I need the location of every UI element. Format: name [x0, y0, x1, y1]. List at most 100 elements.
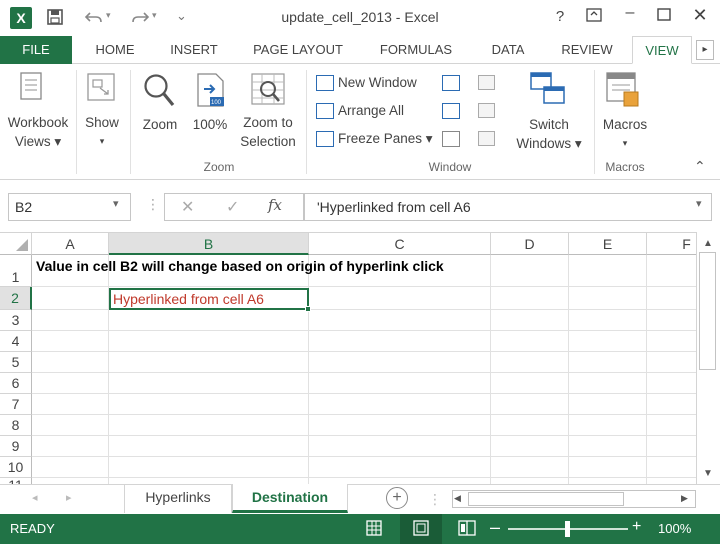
workbook-views-label-2: Views ▾ [14, 134, 62, 149]
row-header-1[interactable]: 1 [0, 255, 32, 287]
arrange-all-icon [316, 103, 334, 119]
formula-input[interactable]: 'Hyperlinked from cell A6 [304, 193, 712, 221]
add-sheet-button[interactable]: + [386, 487, 408, 509]
switch-windows-icon[interactable] [530, 72, 566, 111]
gridline [32, 393, 696, 394]
row-header-2[interactable]: 2 [0, 287, 32, 310]
select-all-corner[interactable] [0, 233, 32, 255]
freeze-panes-icon [316, 131, 334, 147]
tab-data[interactable]: DATA [476, 36, 540, 64]
gridline [32, 477, 696, 478]
maximize-icon[interactable] [652, 8, 676, 26]
zoom-out-icon[interactable]: – [490, 517, 500, 538]
cancel-entry-icon[interactable]: ✕ [181, 197, 194, 217]
row-header-5[interactable]: 5 [0, 352, 32, 373]
sheet-tab-hyperlinks[interactable]: Hyperlinks [124, 484, 232, 513]
tab-insert[interactable]: INSERT [158, 36, 230, 64]
zoom-to-selection-button[interactable]: Zoom to Selection [234, 113, 302, 151]
column-header-a[interactable]: A [32, 233, 109, 255]
workbook-views-button[interactable]: Workbook Views ▾ [2, 113, 74, 151]
split-icon[interactable] [442, 75, 460, 91]
tab-file[interactable]: FILE [0, 36, 72, 64]
reset-window-position-icon[interactable] [478, 131, 495, 146]
unhide-icon[interactable] [442, 131, 460, 147]
worksheet-grid[interactable]: A B C D E F 1 2 3 4 5 6 7 8 9 10 11 Valu… [0, 232, 696, 484]
row-header-9[interactable]: 9 [0, 436, 32, 457]
sheet-tab-splitter-icon[interactable]: ⋮ [428, 491, 442, 508]
row-header-6[interactable]: 6 [0, 373, 32, 394]
column-header-e[interactable]: E [569, 233, 647, 255]
cell-a1[interactable]: Value in cell B2 will change based on or… [36, 258, 444, 274]
minimize-icon[interactable]: – [618, 4, 642, 22]
macros-icon[interactable] [606, 72, 640, 113]
fill-handle[interactable] [305, 306, 311, 312]
normal-view-icon[interactable] [366, 520, 382, 541]
macros-button[interactable]: Macros ▾ [594, 115, 656, 153]
gridline [32, 330, 696, 331]
tab-review[interactable]: REVIEW [550, 36, 624, 64]
switch-windows-button[interactable]: Switch Windows ▾ [510, 115, 588, 153]
scroll-up-icon[interactable]: ▲ [700, 238, 716, 249]
sheet-prev-icon[interactable]: ◂ [32, 491, 38, 504]
close-icon[interactable]: ✕ [688, 5, 712, 26]
zoom-in-icon[interactable]: + [632, 518, 641, 536]
hide-icon[interactable] [442, 103, 460, 119]
window-title: update_cell_2013 - Excel [281, 9, 439, 25]
synchronous-scrolling-icon[interactable] [478, 103, 495, 118]
vertical-scroll-thumb[interactable] [699, 252, 716, 370]
scroll-down-icon[interactable]: ▼ [700, 468, 716, 479]
confirm-entry-icon[interactable]: ✓ [226, 197, 239, 217]
row-header-7[interactable]: 7 [0, 394, 32, 415]
ribbon-separator [76, 70, 77, 174]
sheet-tab-destination[interactable]: Destination [232, 484, 348, 513]
insert-function-icon[interactable]: fx [268, 196, 282, 214]
zoom-to-selection-icon[interactable] [250, 72, 286, 113]
gridline [490, 255, 491, 484]
macros-group-label: Macros [605, 160, 645, 174]
show-button[interactable]: Show ▾ [78, 113, 126, 151]
zoom-100-icon[interactable]: 100 [196, 72, 226, 113]
help-icon[interactable]: ? [548, 8, 572, 25]
sheet-next-icon[interactable]: ▸ [66, 491, 72, 504]
expand-formula-bar-icon[interactable]: ▾ [696, 197, 702, 210]
column-header-f[interactable]: F [647, 233, 696, 255]
view-side-by-side-icon[interactable] [478, 75, 495, 90]
row-header-8[interactable]: 8 [0, 415, 32, 436]
window-group-label: Window [428, 160, 472, 174]
workbook-views-icon[interactable] [20, 72, 42, 105]
tab-view[interactable]: VIEW [632, 36, 692, 64]
collapse-ribbon-icon[interactable]: ⌃ [694, 158, 706, 175]
column-header-d[interactable]: D [491, 233, 569, 255]
page-break-preview-icon[interactable] [458, 520, 476, 541]
tab-formulas[interactable]: FORMULAS [366, 36, 466, 64]
gridline [32, 286, 696, 287]
tab-page-layout[interactable]: PAGE LAYOUT [240, 36, 356, 64]
zoom-magnifier-icon[interactable] [142, 72, 176, 113]
freeze-panes-label: Freeze Panes ▾ [338, 131, 433, 146]
macros-dropdown-icon: ▾ [622, 138, 628, 148]
show-icon[interactable] [86, 72, 116, 107]
row-header-10[interactable]: 10 [0, 457, 32, 478]
ribbon-account-icon[interactable]: ▸ [696, 40, 714, 60]
column-header-b[interactable]: B [109, 233, 309, 255]
macros-label: Macros [602, 117, 648, 132]
column-header-c[interactable]: C [309, 233, 491, 255]
row-header-4[interactable]: 4 [0, 331, 32, 352]
zoom-100-button[interactable]: 100% [186, 115, 234, 134]
ribbon-display-options-icon[interactable] [582, 8, 606, 27]
scroll-right-icon[interactable]: ▶ [681, 493, 688, 504]
scroll-left-icon[interactable]: ◀ [454, 493, 461, 504]
zoom-slider-thumb[interactable] [565, 521, 570, 537]
tab-home[interactable]: HOME [80, 36, 150, 64]
name-box-dropdown-icon[interactable]: ▾ [113, 197, 119, 210]
row-header-3[interactable]: 3 [0, 310, 32, 331]
switch-label-2: Windows ▾ [516, 136, 582, 151]
zoom-level[interactable]: 100% [658, 521, 691, 536]
horizontal-scroll-thumb[interactable] [468, 492, 624, 506]
page-layout-view-icon[interactable] [413, 520, 429, 541]
new-window-icon [316, 75, 334, 91]
gridline [32, 456, 696, 457]
ribbon-separator [130, 70, 131, 174]
zoom-button[interactable]: Zoom [134, 115, 186, 134]
gridline [32, 435, 696, 436]
